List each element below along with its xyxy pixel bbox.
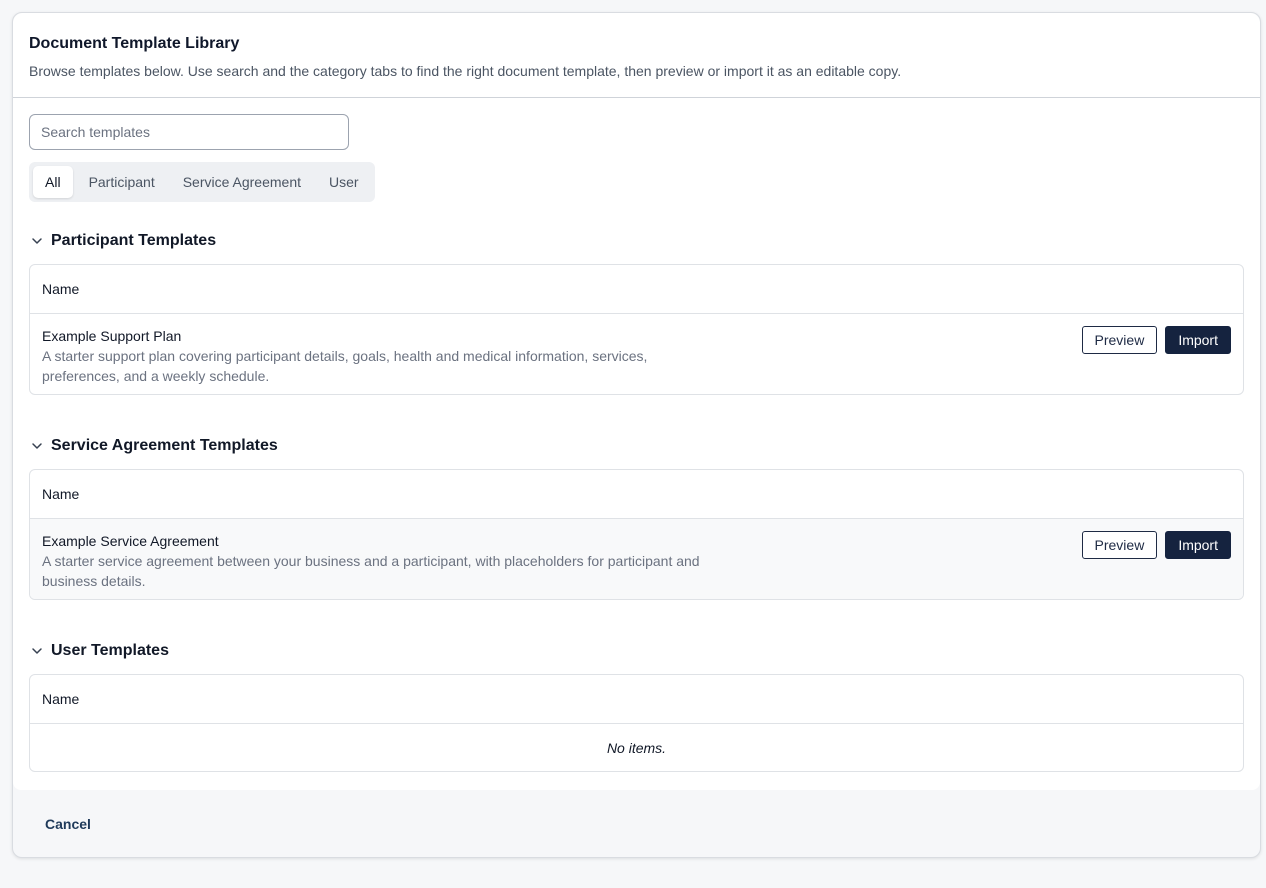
dialog-footer: Cancel (13, 790, 1260, 857)
tab-user[interactable]: User (317, 166, 371, 198)
dialog-body: Document Template Library Browse templat… (13, 13, 1260, 790)
tab-participant[interactable]: Participant (77, 166, 167, 198)
tab-bar-wrap: All Participant Service Agreement User (29, 150, 1244, 202)
column-header-name: Name (30, 675, 1243, 724)
chevron-down-icon[interactable] (29, 640, 51, 662)
table-row: Example Service Agreement A starter serv… (30, 519, 1243, 599)
dialog-description: Browse templates below. Use search and t… (29, 63, 902, 79)
service-agreement-templates-section: Service Agreement Templates Name Example… (29, 435, 1244, 600)
cancel-button[interactable]: Cancel (45, 816, 91, 832)
import-button[interactable]: Import (1165, 326, 1231, 354)
template-library-dialog: Document Template Library Browse templat… (12, 12, 1261, 858)
dialog-header: Document Template Library Browse templat… (13, 13, 1260, 98)
column-header-name: Name (30, 470, 1243, 519)
participant-templates-table: Name Example Support Plan A starter supp… (29, 264, 1244, 395)
template-description: A starter service agreement between your… (42, 553, 700, 589)
dialog-content: All Participant Service Agreement User P… (13, 98, 1260, 772)
dialog-title: Document Template Library (29, 35, 240, 52)
user-templates-table: Name No items. (29, 674, 1244, 772)
template-name: Example Support Plan (42, 328, 182, 344)
row-actions: Preview Import (1081, 326, 1231, 354)
section-header: Service Agreement Templates (29, 435, 1244, 457)
section-title: Participant Templates (51, 232, 217, 249)
service-agreement-templates-table: Name Example Service Agreement A starter… (29, 469, 1244, 600)
chevron-down-icon[interactable] (29, 230, 51, 252)
section-header: User Templates (29, 640, 1244, 662)
import-button[interactable]: Import (1165, 531, 1231, 559)
template-description: A starter support plan covering particip… (42, 348, 648, 384)
tab-service-agreement[interactable]: Service Agreement (171, 166, 313, 198)
section-header: Participant Templates (29, 230, 1244, 252)
chevron-down-icon[interactable] (29, 435, 51, 457)
column-header-name: Name (30, 265, 1243, 314)
tab-all[interactable]: All (33, 166, 73, 198)
table-row: Example Support Plan A starter support p… (30, 314, 1243, 394)
participant-templates-section: Participant Templates Name Example Suppo… (29, 230, 1244, 395)
section-title: User Templates (51, 642, 169, 659)
empty-state: No items. (606, 739, 667, 756)
template-name: Example Service Agreement (42, 533, 219, 549)
section-title: Service Agreement Templates (51, 437, 278, 454)
preview-button[interactable]: Preview (1081, 326, 1158, 354)
search-input[interactable] (29, 114, 349, 150)
row-actions: Preview Import (1081, 531, 1231, 559)
user-templates-section: User Templates Name No items. (29, 640, 1244, 772)
preview-button[interactable]: Preview (1081, 531, 1158, 559)
category-tabs: All Participant Service Agreement User (29, 162, 375, 202)
